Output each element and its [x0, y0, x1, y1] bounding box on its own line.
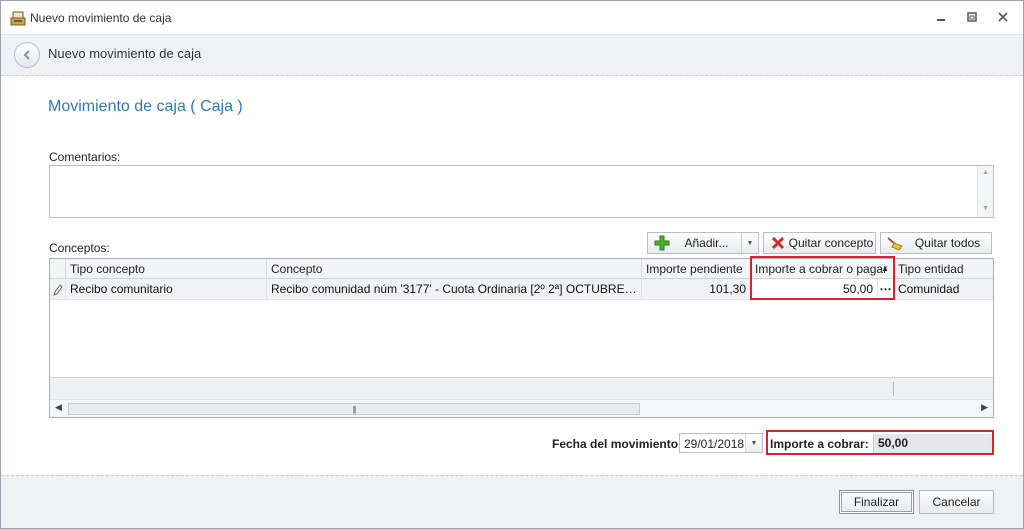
finalizar-button[interactable]: Finalizar [839, 490, 914, 514]
window-title: Nuevo movimiento de caja [30, 11, 172, 25]
importe-label: Importe a cobrar: [770, 437, 869, 451]
cash-register-icon [10, 11, 26, 26]
remove-concept-button[interactable]: Quitar concepto [763, 232, 876, 254]
highlight-importe-cobrar-column [750, 256, 895, 300]
horizontal-scrollbar[interactable]: ◀ ||| ▶ [50, 399, 993, 417]
column-header-tipo-entidad[interactable]: Tipo entidad [894, 259, 993, 279]
cancelar-button[interactable]: Cancelar [919, 490, 994, 514]
title-bar: Nuevo movimiento de caja [1, 1, 1023, 34]
row-indicator-header [50, 259, 66, 279]
cell-importe-pendiente[interactable]: 101,30 [642, 279, 751, 300]
scroll-right-icon[interactable]: ▶ [981, 402, 988, 413]
scroll-left-icon[interactable]: ◀ [55, 402, 62, 413]
chevron-down-icon[interactable]: ▼ [745, 434, 762, 452]
remove-all-button[interactable]: Quitar todos [880, 232, 992, 254]
add-button[interactable]: Añadir... ▼ [647, 232, 759, 254]
dialog-window: Nuevo movimiento de caja Nuevo movimient… [0, 0, 1024, 529]
column-header-concepto[interactable]: Concepto [267, 259, 642, 279]
broom-icon [886, 234, 904, 252]
bottom-bar: Finalizar Cancelar [1, 475, 1023, 528]
grid-footer [50, 377, 993, 399]
scroll-thumb[interactable]: ||| [68, 403, 640, 415]
section-title: Movimiento de caja ( Caja ) [48, 98, 243, 115]
column-header-tipo-concepto[interactable]: Tipo concepto [66, 259, 267, 279]
arrow-left-icon [23, 50, 30, 60]
close-button[interactable] [991, 7, 1015, 27]
header-strip: Nuevo movimiento de caja [1, 34, 1023, 76]
fecha-date-picker[interactable]: 29/01/2018 ▼ [679, 433, 763, 453]
restore-icon [967, 12, 977, 22]
comments-textarea[interactable]: ▲ ▼ [49, 165, 994, 218]
delete-x-icon [769, 234, 787, 252]
close-icon [998, 12, 1008, 22]
cell-tipo-entidad[interactable]: Comunidad [894, 279, 993, 300]
importe-total-value: 50,00 [873, 434, 992, 453]
maximize-button[interactable] [960, 7, 984, 27]
column-header-importe-pendiente[interactable]: Importe pendiente [642, 259, 751, 279]
plus-icon [653, 234, 671, 252]
row-edit-indicator [50, 279, 66, 300]
cell-concepto[interactable]: Recibo comunidad núm '3177' - Cuota Ordi… [267, 279, 642, 300]
remove-all-label: Quitar todos [914, 236, 981, 250]
comments-label: Comentarios: [49, 150, 121, 164]
chevron-down-icon[interactable]: ▼ [741, 233, 758, 253]
pencil-icon [52, 283, 63, 296]
back-button[interactable] [14, 42, 40, 68]
cell-tipo-concepto[interactable]: Recibo comunitario [66, 279, 267, 300]
fecha-value: 29/01/2018 [684, 437, 745, 451]
comments-scrollbar[interactable]: ▲ ▼ [977, 166, 993, 217]
remove-concept-label: Quitar concepto [788, 236, 874, 250]
minimize-button[interactable] [929, 7, 953, 27]
footer-divider [893, 382, 894, 396]
minimize-icon [937, 19, 945, 21]
header-title: Nuevo movimiento de caja [48, 46, 202, 61]
scroll-up-icon: ▲ [982, 169, 989, 176]
conceptos-label: Conceptos: [49, 241, 110, 255]
fecha-label: Fecha del movimiento [552, 437, 679, 451]
scroll-down-icon: ▼ [982, 205, 989, 212]
